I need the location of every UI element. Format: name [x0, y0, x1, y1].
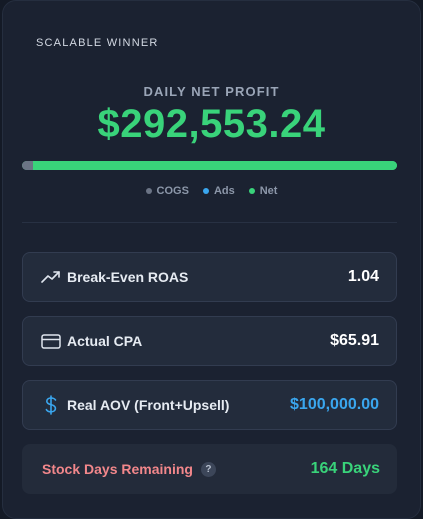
metric-label: Real AOV (Front+Upsell)	[67, 397, 230, 413]
legend-label: Net	[259, 185, 278, 197]
metric-value: 1.04	[347, 268, 379, 285]
cogs-dot-icon	[145, 188, 152, 194]
metric-break-even-roas: Break-Even ROAS 1.04	[22, 252, 397, 302]
stock-value: 164 Days	[310, 460, 380, 477]
dollar-icon	[41, 395, 61, 415]
breakdown-legend: COGS Ads Net	[3, 185, 420, 197]
metric-label: Break-Even ROAS	[67, 269, 189, 285]
profit-label: DAILY NET PROFIT	[143, 84, 280, 99]
metric-real-aov: Real AOV (Front+Upsell) $100,000.00	[22, 380, 397, 430]
profit-value: $292,553.24	[97, 102, 326, 146]
profit-card: SCALABLE WINNER DAILY NET PROFIT $292,55…	[2, 0, 421, 519]
stock-label: Stock Days Remaining	[42, 461, 193, 477]
metric-label: Actual CPA	[67, 333, 143, 349]
breakdown-bar	[22, 161, 397, 170]
metric-value: $65.91	[330, 332, 379, 349]
trending-up-icon	[41, 267, 61, 287]
net-dot-icon	[248, 188, 255, 194]
credit-card-icon	[41, 331, 61, 351]
metric-actual-cpa: Actual CPA $65.91	[22, 316, 397, 366]
metric-value: $100,000.00	[290, 396, 379, 413]
legend-cogs: COGS	[145, 185, 189, 197]
cogs-segment	[22, 161, 34, 170]
legend-label: COGS	[156, 185, 189, 197]
stock-days-row: Stock Days Remaining ? 164 Days	[22, 444, 397, 494]
legend-ads: Ads	[202, 185, 235, 197]
net-segment	[33, 161, 397, 170]
legend-net: Net	[248, 185, 278, 197]
divider	[22, 222, 397, 223]
status-badge: SCALABLE WINNER	[36, 37, 159, 49]
ads-dot-icon	[202, 188, 209, 194]
help-icon[interactable]: ?	[200, 461, 216, 477]
legend-label: Ads	[213, 185, 235, 197]
